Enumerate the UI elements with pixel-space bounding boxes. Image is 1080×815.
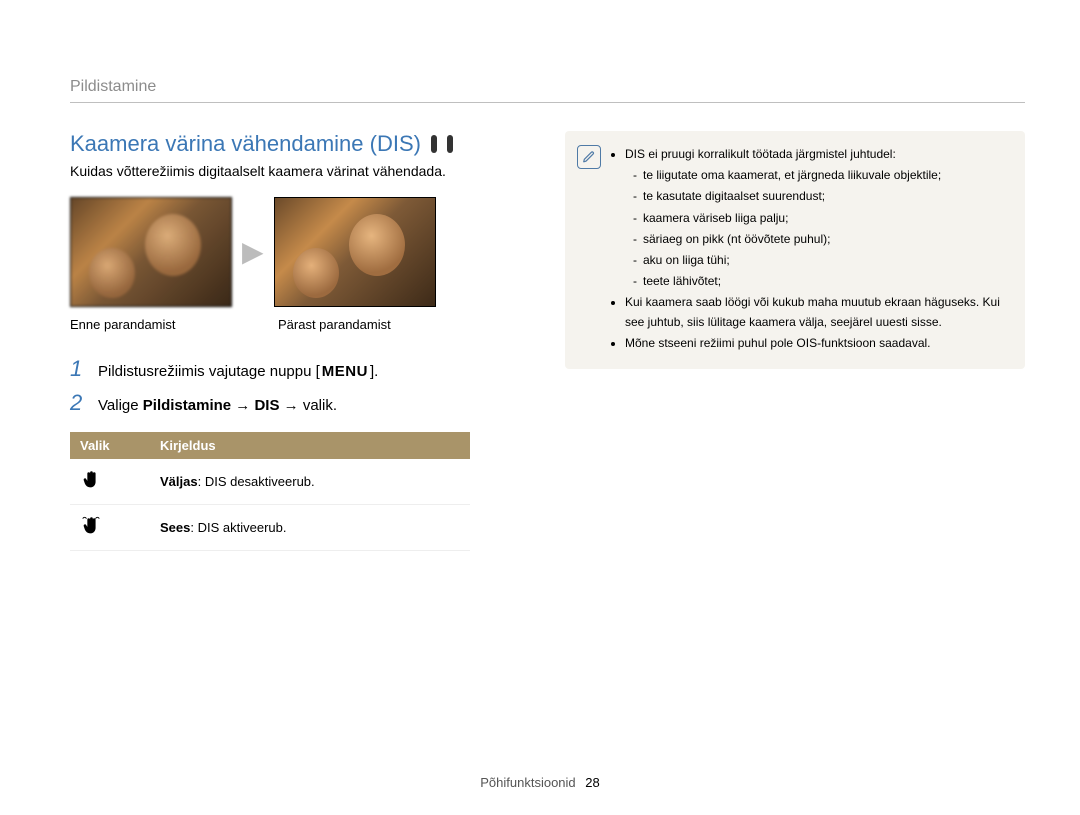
- scene-icon: SCENE: [447, 135, 453, 153]
- note-item: Kui kaamera saab löögi või kukub maha mu…: [625, 293, 1009, 331]
- step-arrow: →: [231, 397, 254, 414]
- step-bold: Pildistamine: [143, 397, 231, 414]
- th-option: Valik: [70, 432, 150, 459]
- step-text: Pildistusrežiimis vajutage nuppu [: [98, 363, 320, 380]
- steps-list: 1 Pildistusrežiimis vajutage nuppu [MENU…: [70, 356, 525, 416]
- caption-after: Pärast parandamist: [278, 317, 438, 332]
- photo-after: [274, 197, 436, 307]
- step-arrow: →: [279, 397, 302, 414]
- example-images: ▶: [70, 197, 525, 307]
- option-label: Sees: [160, 520, 190, 535]
- photo-before: [70, 197, 232, 307]
- note-icon: [577, 145, 601, 169]
- note-item: DIS ei pruugi korralikult töötada järgmi…: [625, 145, 1009, 291]
- step-2: 2 Valige Pildistamine → DIS → valik.: [70, 390, 525, 416]
- option-desc: : DIS aktiveerub.: [190, 520, 286, 535]
- arrow-right-icon: ▶: [242, 238, 264, 266]
- hand-off-icon: [80, 479, 102, 494]
- page-footer: Põhifunktsioonid 28: [0, 775, 1080, 790]
- note-subitem: teete lähivõtet;: [633, 272, 1009, 291]
- table-row: Väljas: DIS desaktiveerub.: [70, 459, 470, 505]
- table-row: Sees: DIS aktiveerub.: [70, 505, 470, 551]
- step-number: 1: [70, 356, 88, 382]
- note-item: Mõne stseeni režiimi puhul pole OIS-funk…: [625, 334, 1009, 353]
- breadcrumb: Pildistamine: [70, 78, 1025, 103]
- section-title: Kaamera värina vähendamine (DIS): [70, 131, 421, 157]
- camera-p-icon: P: [431, 135, 437, 153]
- option-label: Väljas: [160, 474, 198, 489]
- th-description: Kirjeldus: [150, 432, 470, 459]
- footer-section: Põhifunktsioonid: [480, 775, 575, 790]
- note-subitem: te kasutate digitaalset suurendust;: [633, 187, 1009, 206]
- step-1: 1 Pildistusrežiimis vajutage nuppu [MENU…: [70, 356, 525, 382]
- section-intro: Kuidas võtterežiimis digitaalselt kaamer…: [70, 163, 525, 179]
- note-subitem: säriaeg on pikk (nt öövõtete puhul);: [633, 230, 1009, 249]
- caption-before: Enne parandamist: [70, 317, 230, 332]
- step-bold: DIS: [254, 397, 279, 414]
- hand-on-icon: [80, 525, 102, 540]
- note-subitem: kaamera väriseb liiga palju;: [633, 209, 1009, 228]
- note-subitem: aku on liiga tühi;: [633, 251, 1009, 270]
- step-text-suffix: valik.: [303, 397, 337, 414]
- step-text-suffix: ].: [370, 363, 378, 380]
- step-number: 2: [70, 390, 88, 416]
- step-text: Valige: [98, 397, 143, 414]
- note-subitem: te liigutate oma kaamerat, et järgneda l…: [633, 166, 1009, 185]
- options-table: Valik Kirjeldus Väljas: DIS desaktiveeru…: [70, 432, 470, 551]
- option-desc: : DIS desaktiveerub.: [198, 474, 315, 489]
- page-number: 28: [585, 775, 599, 790]
- menu-button-label: MENU: [320, 363, 370, 380]
- note-text: DIS ei pruugi korralikult töötada järgmi…: [625, 147, 896, 161]
- note-box: DIS ei pruugi korralikult töötada järgmi…: [565, 131, 1025, 369]
